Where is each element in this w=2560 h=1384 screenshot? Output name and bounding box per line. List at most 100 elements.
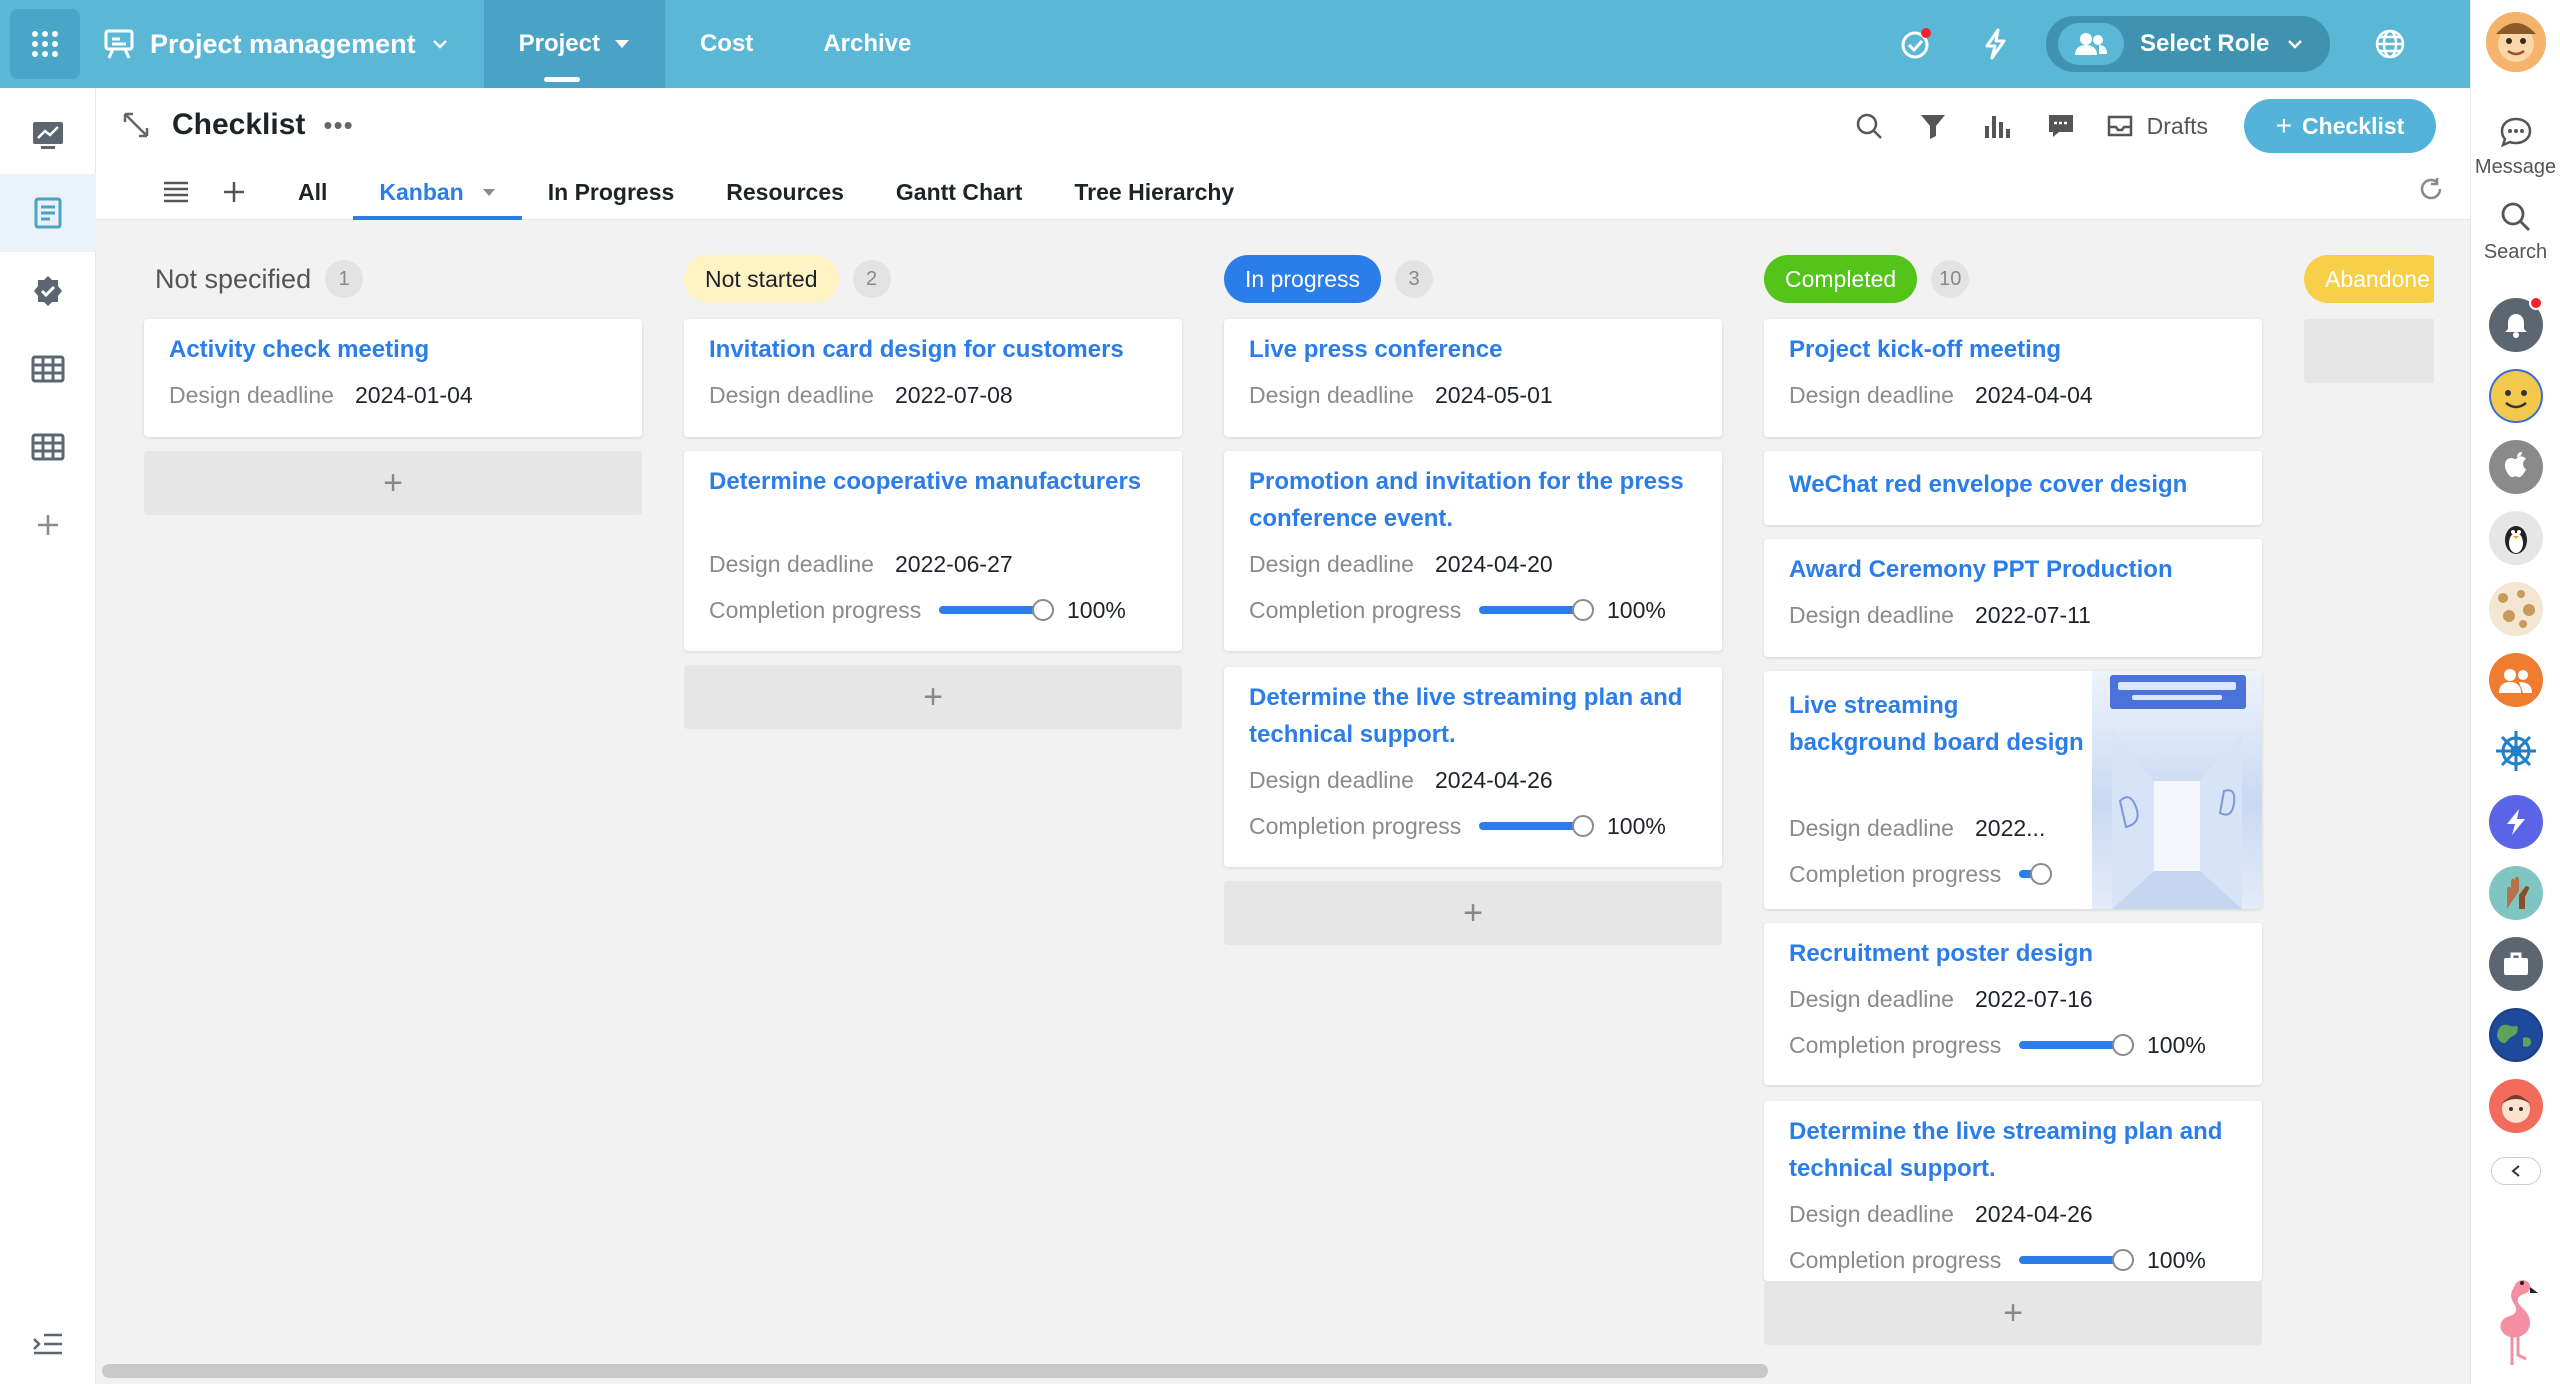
app-shortcut[interactable] xyxy=(2488,1008,2543,1062)
field-label: Design deadline xyxy=(1249,766,1414,793)
task-card[interactable]: Determine cooperative manufacturers Desi… xyxy=(684,451,1182,651)
task-card[interactable]: WeChat red envelope cover design xyxy=(1764,451,2262,525)
progress-value: 100% xyxy=(1607,812,1666,839)
user-avatar[interactable] xyxy=(2485,12,2546,72)
card-field: Design deadline 2022... xyxy=(1789,813,2045,843)
progress-slider[interactable] xyxy=(2019,863,2052,885)
tab-tree-hierarchy-label: Tree Hierarchy xyxy=(1074,178,1235,205)
chat-bubble-icon xyxy=(2500,117,2531,148)
new-checklist-button[interactable]: + Checklist xyxy=(2244,99,2436,153)
task-card[interactable]: Recruitment poster design Design deadlin… xyxy=(1764,923,2262,1085)
app-shortcut[interactable] xyxy=(2488,511,2543,565)
comments-button[interactable] xyxy=(2029,98,2093,154)
add-card-button[interactable]: + xyxy=(1224,881,1722,945)
progress-slider[interactable]: 100% xyxy=(1479,597,1666,624)
rail-checklist[interactable] xyxy=(0,174,96,252)
progress-slider[interactable]: 100% xyxy=(2019,1247,2206,1274)
rail-dashboard[interactable] xyxy=(0,96,96,174)
task-card[interactable]: Live press conference Design deadline 20… xyxy=(1224,319,1722,437)
header-tools: Drafts + Checklist xyxy=(1837,98,2436,154)
tab-resources[interactable]: Resources xyxy=(700,164,870,220)
app-shortcut[interactable] xyxy=(2488,1079,2543,1133)
helm-wheel-icon xyxy=(2495,731,2536,771)
field-label: Completion progress xyxy=(1789,1031,2002,1058)
tab-resources-label: Resources xyxy=(726,178,844,205)
nav-cost[interactable]: Cost xyxy=(665,0,788,88)
add-card-button[interactable]: + xyxy=(684,665,1182,729)
progress-value: 100% xyxy=(1607,596,1666,623)
expand-icon[interactable] xyxy=(122,111,150,139)
global-search-button[interactable]: Search xyxy=(2484,201,2547,264)
search-button[interactable] xyxy=(1837,98,1901,154)
message-button[interactable]: Message xyxy=(2475,116,2556,179)
view-list-button[interactable] xyxy=(156,172,196,212)
app-shortcut[interactable] xyxy=(2488,866,2543,920)
collapse-rail-button[interactable] xyxy=(2490,1157,2541,1185)
tab-gantt-chart[interactable]: Gantt Chart xyxy=(870,164,1049,220)
collapse-menu-button[interactable] xyxy=(0,1324,96,1364)
task-card[interactable]: Promotion and invitation for the press c… xyxy=(1224,451,1722,651)
task-card[interactable]: Invitation card design for customers Des… xyxy=(684,319,1182,437)
card-title: Promotion and invitation for the press c… xyxy=(1249,468,1684,532)
app-shortcut[interactable] xyxy=(2488,653,2543,707)
rail-add[interactable] xyxy=(0,486,96,564)
refresh-icon[interactable] xyxy=(2418,176,2444,202)
add-card-button[interactable]: + xyxy=(1764,1281,2262,1345)
nav-project[interactable]: Project xyxy=(483,0,665,88)
task-card[interactable]: Determine the live streaming plan and te… xyxy=(1224,667,1722,867)
plus-icon xyxy=(224,182,244,202)
app-shortcut[interactable] xyxy=(2488,795,2543,849)
app-shortcut[interactable] xyxy=(2488,724,2543,778)
card-title: Determine the live streaming plan and te… xyxy=(1789,1118,2223,1182)
tab-kanban[interactable]: Kanban xyxy=(353,164,523,220)
comment-icon xyxy=(2048,115,2073,137)
drafts-button[interactable]: Drafts xyxy=(2107,113,2208,140)
message-label: Message xyxy=(2474,156,2557,178)
add-card-button[interactable]: + xyxy=(144,451,642,515)
progress-slider[interactable]: 100% xyxy=(939,597,1126,624)
statistics-button[interactable] xyxy=(1965,98,2029,154)
add-view-button[interactable] xyxy=(214,172,254,212)
notification-button[interactable] xyxy=(2488,296,2543,352)
task-card[interactable]: Activity check meeting Design deadline 2… xyxy=(144,319,642,437)
tab-all[interactable]: All xyxy=(272,164,353,220)
progress-slider[interactable]: 100% xyxy=(2019,1032,2206,1059)
rail-table-2[interactable] xyxy=(0,408,96,486)
column-header: In progress 3 xyxy=(1224,255,1434,303)
app-shortcut[interactable] xyxy=(2488,937,2543,991)
new-checklist-label: Checklist xyxy=(2302,112,2405,139)
app-switcher[interactable]: Project management xyxy=(102,0,448,88)
task-card[interactable]: Determine the live streaming plan and te… xyxy=(1764,1101,2262,1281)
task-card[interactable]: Award Ceremony PPT Production Design dea… xyxy=(1764,539,2262,657)
rail-table-1[interactable] xyxy=(0,330,96,408)
progress-slider[interactable]: 100% xyxy=(1479,813,1666,840)
quick-action-button[interactable] xyxy=(1976,24,2016,64)
app-shortcut[interactable] xyxy=(2488,369,2543,423)
app-shortcut[interactable] xyxy=(2488,440,2543,494)
status-badge: In progress xyxy=(1224,255,1382,303)
filter-button[interactable] xyxy=(1901,98,1965,154)
lightning-icon xyxy=(1985,28,2006,60)
field-label: Design deadline xyxy=(169,381,334,408)
nav-archive[interactable]: Archive xyxy=(788,0,946,88)
field-label: Design deadline xyxy=(1249,381,1414,408)
tab-in-progress[interactable]: In Progress xyxy=(522,164,701,220)
card-title: Live press conference xyxy=(1249,336,1503,363)
select-role-button[interactable]: Select Role xyxy=(2046,16,2330,72)
caret-down-icon xyxy=(614,40,629,48)
tab-tree-hierarchy[interactable]: Tree Hierarchy xyxy=(1048,164,1260,220)
more-options-icon[interactable]: ••• xyxy=(323,110,353,141)
rail-approval[interactable] xyxy=(0,252,96,330)
field-value: 2022-07-11 xyxy=(1975,601,2091,628)
horizontal-scrollbar[interactable] xyxy=(102,1364,1768,1378)
status-badge: Abandone xyxy=(2304,255,2434,303)
caret-down-icon[interactable] xyxy=(482,188,496,197)
task-card[interactable]: Project kick-off meeting Design deadline… xyxy=(1764,319,2262,437)
language-button[interactable] xyxy=(2370,24,2410,64)
plus-icon: + xyxy=(2003,1293,2023,1332)
app-shortcut[interactable] xyxy=(2488,582,2543,636)
app-grid-button[interactable] xyxy=(10,9,80,79)
mascot[interactable] xyxy=(2486,1273,2546,1374)
task-card[interactable]: Live streaming background board design D… xyxy=(1764,671,2262,909)
tasks-button[interactable] xyxy=(1896,24,1936,64)
